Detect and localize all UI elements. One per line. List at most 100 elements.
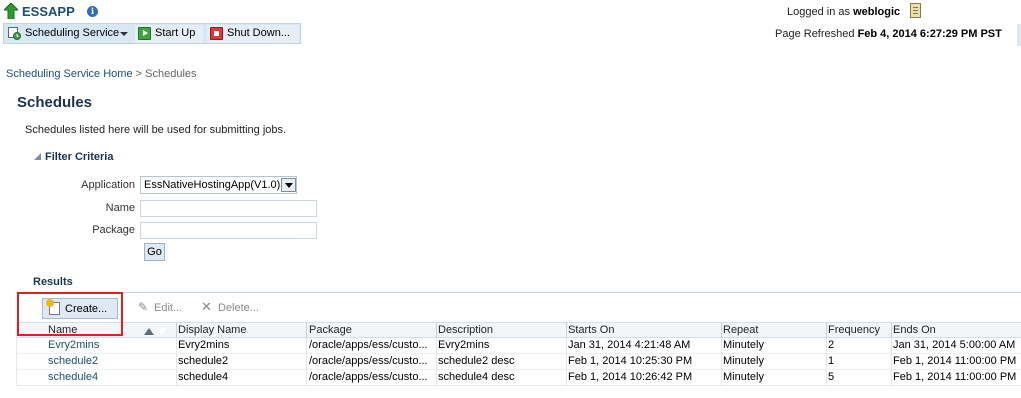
header-edge-bar xyxy=(1017,24,1021,46)
table-header-row: Name Display Name Package Description St… xyxy=(16,322,1021,338)
column-header-repeat[interactable]: Repeat xyxy=(723,324,758,336)
dropdown-arrow-icon[interactable] xyxy=(281,178,296,192)
cell-ends-on: Feb 1, 2014 11:00:00 PM xyxy=(893,355,1017,367)
package-input[interactable] xyxy=(140,222,317,239)
breadcrumb-home-link[interactable]: Scheduling Service Home xyxy=(6,68,133,80)
sort-arrows[interactable] xyxy=(144,326,168,338)
page-refreshed-time: Feb 4, 2014 6:27:29 PM PST xyxy=(857,28,1002,40)
app-header: ESSAPP i Logged in as weblogic xyxy=(0,0,1021,22)
column-separator xyxy=(721,338,722,354)
column-separator xyxy=(721,323,722,338)
cell-ends-on: Jan 31, 2014 5:00:00 AM xyxy=(893,339,1016,351)
column-separator xyxy=(721,370,722,386)
cell-description: Evry2mins xyxy=(438,339,490,351)
page-refreshed-text: Page Refreshed Feb 4, 2014 6:27:29 PM PS… xyxy=(775,28,1002,40)
column-separator xyxy=(566,370,567,386)
column-separator xyxy=(176,354,177,370)
table-row[interactable]: schedule4 schedule4 /oracle/apps/ess/cus… xyxy=(16,370,1021,386)
column-separator xyxy=(891,370,892,386)
table-row[interactable]: schedule2 schedule2 /oracle/apps/ess/cus… xyxy=(16,354,1021,370)
column-header-starts-on[interactable]: Starts On xyxy=(568,324,614,336)
shut-down-icon xyxy=(210,27,223,40)
results-divider xyxy=(16,292,1021,293)
column-header-description[interactable]: Description xyxy=(438,324,493,336)
column-separator xyxy=(176,323,177,338)
application-select-value: EssNativeHostingApp(V1.0) xyxy=(144,179,281,191)
chevron-down-icon[interactable] xyxy=(120,32,128,36)
shut-down-button[interactable]: Shut Down... xyxy=(207,25,299,43)
page-refreshed-prefix: Page Refreshed xyxy=(775,28,855,40)
column-separator xyxy=(436,338,437,354)
sort-descending-icon[interactable] xyxy=(156,327,168,335)
sort-ascending-icon[interactable] xyxy=(144,328,154,335)
table-bottom-border xyxy=(16,385,1021,386)
filter-criteria-label: Filter Criteria xyxy=(45,151,114,163)
column-separator xyxy=(306,354,307,370)
up-arrow-icon[interactable] xyxy=(4,3,18,19)
cell-starts-on: Jan 31, 2014 4:21:48 AM xyxy=(568,339,691,351)
cell-repeat: Minutely xyxy=(723,339,764,351)
column-separator xyxy=(721,354,722,370)
application-select[interactable]: EssNativeHostingApp(V1.0) xyxy=(140,176,297,194)
column-header-display-name[interactable]: Display Name xyxy=(178,324,246,336)
cell-starts-on: Feb 1, 2014 10:25:30 PM xyxy=(568,355,693,367)
column-separator xyxy=(826,370,827,386)
start-up-label: Start Up xyxy=(155,27,196,39)
cell-name[interactable]: schedule2 xyxy=(48,355,173,367)
delete-label: Delete... xyxy=(218,302,259,314)
column-separator xyxy=(306,338,307,354)
start-up-button[interactable]: Start Up xyxy=(135,25,203,43)
cell-display-name: schedule2 xyxy=(178,355,229,367)
name-input[interactable] xyxy=(140,200,317,217)
cell-ends-on: Feb 1, 2014 11:00:00 PM xyxy=(893,371,1017,383)
filter-criteria-toggle[interactable]: Filter Criteria xyxy=(34,151,113,163)
scheduling-service-menu[interactable]: Scheduling Service xyxy=(25,27,119,39)
column-header-frequency[interactable]: Frequency xyxy=(828,324,880,336)
column-header-package[interactable]: Package xyxy=(309,324,352,336)
edit-pencil-icon: ✎ xyxy=(138,300,149,314)
column-separator xyxy=(891,338,892,354)
table-row[interactable]: Evry2mins Evry2mins /oracle/apps/ess/cus… xyxy=(16,338,1021,354)
column-separator xyxy=(891,323,892,338)
column-separator xyxy=(826,354,827,370)
app-title[interactable]: ESSAPP xyxy=(22,4,75,19)
logged-in-text: Logged in as weblogic xyxy=(787,6,900,18)
column-header-ends-on[interactable]: Ends On xyxy=(893,324,936,336)
application-label: Application xyxy=(81,179,135,191)
go-button[interactable]: Go xyxy=(144,243,165,261)
results-heading: Results xyxy=(33,276,73,288)
cell-starts-on: Feb 1, 2014 10:26:42 PM xyxy=(568,371,693,383)
column-separator xyxy=(436,354,437,370)
page-title: Schedules xyxy=(17,94,93,111)
results-toolbar: Create... ✎ Edit... ✕ Delete... xyxy=(16,296,1021,323)
page-description: Schedules listed here will be used for s… xyxy=(25,124,287,136)
cell-frequency: 1 xyxy=(828,355,835,367)
disclosure-triangle-icon[interactable] xyxy=(34,153,41,160)
target-toolbar: Scheduling Service Start Up Shut Down... xyxy=(3,23,301,44)
column-separator xyxy=(826,323,827,338)
scheduling-service-icon xyxy=(8,27,21,40)
logged-in-prefix: Logged in as xyxy=(787,6,850,18)
cell-name[interactable]: schedule4 xyxy=(48,371,173,383)
breadcrumb-separator: > xyxy=(135,68,143,80)
breadcrumb-current: Schedules xyxy=(145,68,197,80)
column-separator xyxy=(826,338,827,354)
column-separator xyxy=(436,323,437,338)
user-document-icon[interactable] xyxy=(910,3,921,18)
column-separator xyxy=(566,354,567,370)
cell-repeat: Minutely xyxy=(723,371,764,383)
cell-description: schedule4 desc xyxy=(438,371,515,383)
info-icon[interactable]: i xyxy=(87,6,98,17)
username[interactable]: weblogic xyxy=(853,6,900,18)
create-highlight-box xyxy=(17,292,123,336)
column-separator xyxy=(306,323,307,338)
cell-repeat: Minutely xyxy=(723,355,764,367)
column-separator xyxy=(891,354,892,370)
name-label: Name xyxy=(105,202,135,214)
column-separator xyxy=(566,338,567,354)
cell-name[interactable]: Evry2mins xyxy=(48,339,173,351)
column-separator xyxy=(306,370,307,386)
breadcrumb: Scheduling Service Home > Schedules xyxy=(6,68,197,80)
cell-display-name: schedule4 xyxy=(178,371,229,383)
edit-label: Edit... xyxy=(154,302,183,314)
